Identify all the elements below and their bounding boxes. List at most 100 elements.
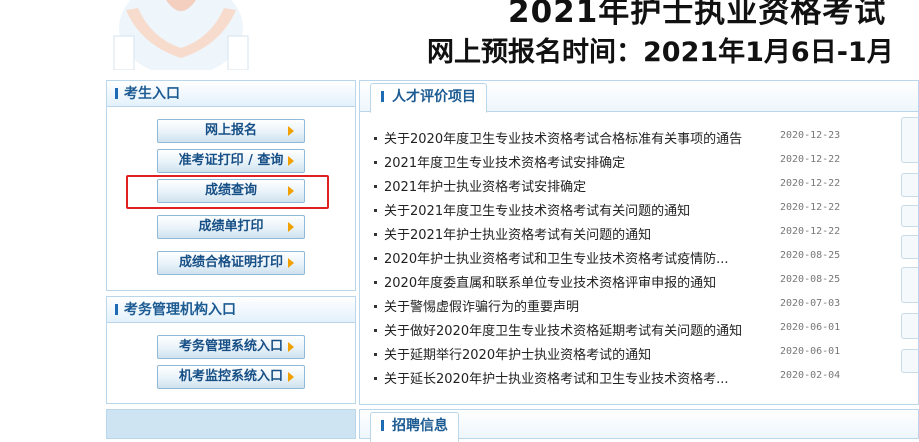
news-item[interactable]: 关于警惕虚假诈骗行为的重要声明 2020-07-03 xyxy=(360,293,918,317)
side-tab[interactable] xyxy=(901,173,918,197)
button-label: 机考监控系统入口 xyxy=(178,369,283,384)
news-item[interactable]: 关于2021年度卫生专业技术资格考试有关问题的通知 2020-12-22 xyxy=(360,197,918,221)
news-title: 关于做好2020年度卫生专业技术资格延期考试有关问题的通知 xyxy=(384,324,743,339)
news-item[interactable]: 2021年度卫生专业技术资格考试安排确定 2020-12-22 xyxy=(360,149,918,173)
tab-recruitment[interactable]: 招聘信息 xyxy=(370,412,459,442)
bullet-icon xyxy=(374,185,377,188)
panel-header: 考生入口 xyxy=(107,81,355,107)
news-item[interactable]: 关于做好2020年度卫生专业技术资格延期考试有关问题的通知 2020-06-01 xyxy=(360,317,918,341)
news-date: 2020-12-22 xyxy=(780,178,841,189)
side-tab[interactable] xyxy=(901,349,918,373)
online-registration-button[interactable]: 网上报名 xyxy=(157,119,305,143)
bullet-icon xyxy=(374,233,377,236)
news-link[interactable]: 关于2020年度卫生专业技术资格考试合格标准有关事项的通告 xyxy=(374,128,742,147)
news-link[interactable]: 关于2021年护士执业资格考试有关问题的通知 xyxy=(374,224,651,243)
tab-label: 招聘信息 xyxy=(392,418,448,434)
news-date: 2020-06-01 xyxy=(780,346,841,357)
news-link[interactable]: 关于延期举行2020年护士执业资格考试的通知 xyxy=(374,344,651,363)
news-link[interactable]: 关于2021年度卫生专业技术资格考试有关问题的通知 xyxy=(374,200,690,219)
news-date: 2020-12-22 xyxy=(780,226,841,237)
exam-monitoring-system-button[interactable]: 机考监控系统入口 xyxy=(157,365,305,389)
certificate-print-button[interactable]: 成绩合格证明打印 xyxy=(157,251,305,275)
tab-talent-evaluation[interactable]: 人才评价项目 xyxy=(370,83,487,113)
news-date: 2020-12-22 xyxy=(780,154,841,165)
side-tab[interactable] xyxy=(901,117,918,163)
arrow-right-icon xyxy=(288,372,294,382)
bullet-icon xyxy=(374,161,377,164)
button-label: 准考证打印 / 查询 xyxy=(178,153,284,168)
tab-bar-icon xyxy=(381,91,384,102)
news-date: 2020-12-23 xyxy=(780,130,841,141)
arrow-right-icon xyxy=(288,156,294,166)
news-link[interactable]: 2021年护士执业资格考试安排确定 xyxy=(374,176,586,195)
news-item[interactable]: 2020年度委直属和联系单位专业技术资格评审申报的通知 2020-08-25 xyxy=(360,269,918,293)
bullet-icon xyxy=(374,137,377,140)
news-link[interactable]: 关于警惕虚假诈骗行为的重要声明 xyxy=(374,296,579,315)
news-date: 2020-08-25 xyxy=(780,250,841,261)
exam-title: 2021年护士执业资格考试 xyxy=(508,0,887,30)
header-bar-icon xyxy=(115,88,118,99)
side-tab[interactable] xyxy=(901,313,918,339)
talent-evaluation-news-panel: 人才评价项目 关于2020年度卫生专业技术资格考试合格标准有关事项的通告 2020… xyxy=(359,80,919,405)
side-tab[interactable] xyxy=(901,205,918,227)
button-label: 成绩单打印 xyxy=(198,219,264,234)
news-title: 关于2021年护士执业资格考试有关问题的通知 xyxy=(384,228,652,243)
news-link[interactable]: 2020年度委直属和联系单位专业技术资格评审申报的通知 xyxy=(374,272,716,291)
header-bar-icon xyxy=(115,304,118,315)
tab-bar-icon xyxy=(381,420,384,431)
red-highlight-box xyxy=(126,175,329,209)
nurse-hands-heart-image xyxy=(113,0,249,70)
button-label: 考务管理系统入口 xyxy=(178,339,283,354)
news-link[interactable]: 2020年护士执业资格考试和卫生专业技术资格考试疫情防... xyxy=(374,248,728,267)
news-title: 关于2020年度卫生专业技术资格考试合格标准有关事项的通告 xyxy=(384,132,743,147)
bullet-icon xyxy=(374,329,377,332)
exam-management-system-button[interactable]: 考务管理系统入口 xyxy=(157,335,305,359)
admission-ticket-button[interactable]: 准考证打印 / 查询 xyxy=(157,149,305,173)
news-link[interactable]: 关于做好2020年度卫生专业技术资格延期考试有关问题的通知 xyxy=(374,320,742,339)
agency-entry-panel: 考务管理机构入口 考务管理系统入口 机考监控系统入口 xyxy=(106,296,356,404)
arrow-right-icon xyxy=(288,258,294,268)
news-date: 2020-08-25 xyxy=(780,274,841,285)
bullet-icon xyxy=(374,353,377,356)
news-title: 关于2021年度卫生专业技术资格考试有关问题的通知 xyxy=(384,204,691,219)
news-date: 2020-02-04 xyxy=(780,370,841,381)
news-item[interactable]: 关于延长2020年护士执业资格考试和卫生专业技术资格考... 2020-02-04 xyxy=(360,365,918,389)
arrow-right-icon xyxy=(288,342,294,352)
news-item[interactable]: 2020年护士执业资格考试和卫生专业技术资格考试疫情防... 2020-08-25 xyxy=(360,245,918,269)
bullet-icon xyxy=(374,209,377,212)
news-date: 2020-12-22 xyxy=(780,202,841,213)
bullet-icon xyxy=(374,305,377,308)
bullet-icon xyxy=(374,281,377,284)
registration-period: 网上预报名时间：2021年1月6日-1月 xyxy=(427,37,894,68)
news-item[interactable]: 关于2021年护士执业资格考试有关问题的通知 2020-12-22 xyxy=(360,221,918,245)
side-tab-strip xyxy=(901,117,918,407)
score-report-print-button[interactable]: 成绩单打印 xyxy=(157,215,305,239)
news-item[interactable]: 关于2020年度卫生专业技术资格考试合格标准有关事项的通告 2020-12-23 xyxy=(360,125,918,149)
arrow-right-icon xyxy=(288,222,294,232)
arrow-right-icon xyxy=(288,126,294,136)
news-tab-bar: 人才评价项目 xyxy=(360,81,918,113)
panel-title: 考务管理机构入口 xyxy=(124,302,236,318)
side-tab[interactable] xyxy=(901,267,918,303)
news-title: 2021年护士执业资格考试安排确定 xyxy=(384,180,587,195)
tab-label: 人才评价项目 xyxy=(392,89,476,105)
news-item[interactable]: 关于延期举行2020年护士执业资格考试的通知 2020-06-01 xyxy=(360,341,918,365)
button-label: 网上报名 xyxy=(204,123,257,138)
news-link[interactable]: 2021年度卫生专业技术资格考试安排确定 xyxy=(374,152,625,171)
header-banner: 2021年护士执业资格考试 网上预报名时间：2021年1月6日-1月 xyxy=(0,0,919,76)
news-title: 2020年度委直属和联系单位专业技术资格评审申报的通知 xyxy=(384,276,717,291)
news-title: 关于延长2020年护士执业资格考试和卫生专业技术资格考... xyxy=(384,372,729,387)
news-item[interactable]: 2021年护士执业资格考试安排确定 2020-12-22 xyxy=(360,173,918,197)
news-title: 2021年度卫生专业技术资格考试安排确定 xyxy=(384,156,626,171)
button-label: 成绩合格证明打印 xyxy=(178,255,283,270)
news-list: 关于2020年度卫生专业技术资格考试合格标准有关事项的通告 2020-12-23 … xyxy=(360,125,918,389)
news-link[interactable]: 关于延长2020年护士执业资格考试和卫生专业技术资格考... xyxy=(374,368,728,387)
bullet-icon xyxy=(374,257,377,260)
news-title: 2020年护士执业资格考试和卫生专业技术资格考试疫情防... xyxy=(384,252,729,267)
news-date: 2020-07-03 xyxy=(780,298,841,309)
side-tab[interactable] xyxy=(901,235,918,259)
panel-title: 考生入口 xyxy=(124,86,180,102)
news-date: 2020-06-01 xyxy=(780,322,841,333)
news-title: 关于延期举行2020年护士执业资格考试的通知 xyxy=(384,348,652,363)
panel-header: 考务管理机构入口 xyxy=(107,297,355,323)
